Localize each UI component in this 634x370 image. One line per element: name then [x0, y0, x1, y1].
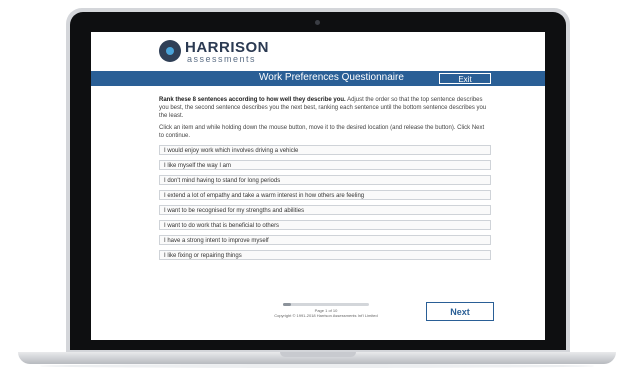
camera-icon	[315, 20, 320, 25]
instructions-paragraph-2: Click an item and while holding down the…	[159, 125, 485, 139]
ranking-item[interactable]: I would enjoy work which involves drivin…	[159, 145, 491, 155]
laptop-shadow	[40, 364, 594, 368]
instructions-paragraph-1: Rank these 8 sentences according to how …	[159, 96, 487, 120]
laptop-base-notch	[280, 352, 356, 357]
ranking-item[interactable]: I have a strong intent to improve myself	[159, 235, 491, 245]
next-button[interactable]: Next	[426, 302, 494, 321]
ranking-item[interactable]: I extend a lot of empathy and take a war…	[159, 190, 491, 200]
laptop-screen: HARRISON assessments Work Preferences Qu…	[91, 32, 545, 340]
copyright-text: Copyright © 1991-2018 Harrison Assessmen…	[274, 313, 378, 318]
ranking-item[interactable]: I want to be recognised for my strengths…	[159, 205, 491, 215]
progress-fill	[283, 303, 291, 306]
exit-button[interactable]: Exit	[439, 73, 491, 84]
logo-subtitle: assessments	[187, 54, 257, 64]
header-bar: Work Preferences Questionnaire Exit	[91, 71, 545, 86]
ranking-item[interactable]: I like myself the way I am	[159, 160, 491, 170]
page-title: Work Preferences Questionnaire	[259, 72, 404, 83]
ranking-item[interactable]: I don't mind having to stand for long pe…	[159, 175, 491, 185]
logo-mark-icon	[159, 40, 181, 62]
ranking-list: I would enjoy work which involves drivin…	[159, 145, 491, 265]
instructions: Rank these 8 sentences according to how …	[159, 96, 487, 144]
ranking-item[interactable]: I like fixing or repairing things	[159, 250, 491, 260]
instructions-lead: Rank these 8 sentences according to how …	[159, 97, 346, 103]
progress-bar	[283, 303, 369, 306]
ranking-item[interactable]: I want to do work that is beneficial to …	[159, 220, 491, 230]
